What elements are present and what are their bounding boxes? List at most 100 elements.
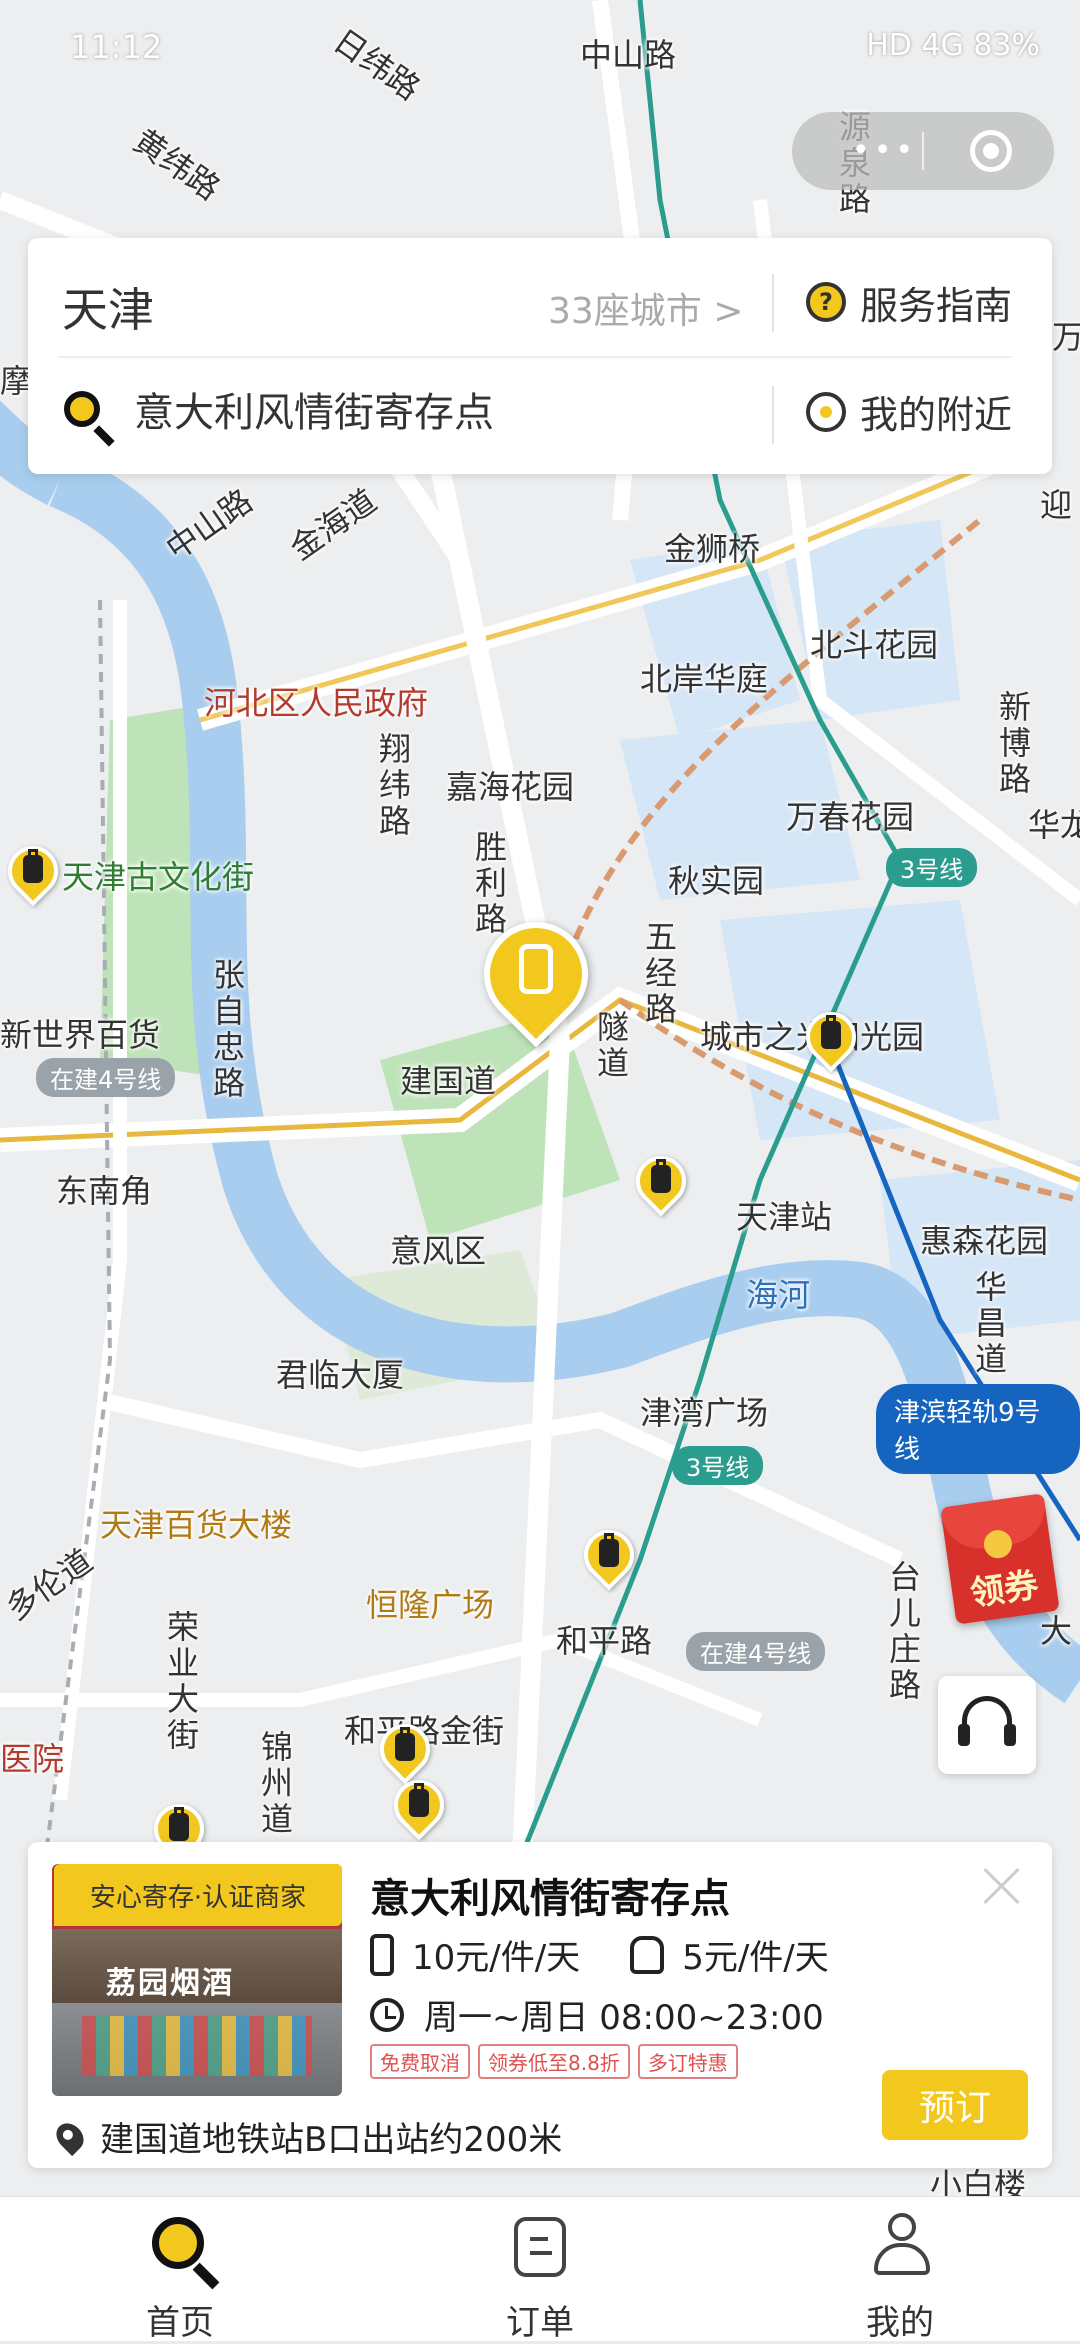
- coupon-button[interactable]: 领券: [940, 1493, 1060, 1625]
- tab-orders-label: 订单: [506, 2303, 574, 2343]
- more-icon[interactable]: •••: [852, 136, 917, 166]
- search-bar[interactable]: 意大利风情街寄存点: [64, 380, 494, 438]
- store-name: 意大利风情街寄存点: [370, 1876, 730, 1922]
- storage-pin[interactable]: [0, 835, 69, 908]
- customer-service-button[interactable]: [938, 1676, 1036, 1774]
- map-label: 医院: [0, 1740, 65, 1778]
- map-label: 华龙: [1028, 806, 1080, 844]
- storage-pin[interactable]: [573, 1519, 645, 1592]
- shelf-graphic: [82, 2016, 312, 2076]
- clock-icon: [370, 1997, 404, 2032]
- map-label: 天津古文化街: [62, 858, 255, 896]
- store-card[interactable]: 荔园烟酒 安心寄存·认证商家 意大利风情街寄存点 10元/件/天 5元/件/天 …: [28, 1842, 1052, 2168]
- map-label: 河北区人民政府: [204, 684, 429, 722]
- metro-line-badge: 在建4号线: [36, 1058, 176, 1097]
- map-label: 中山路: [580, 36, 677, 74]
- capsule-divider: [922, 132, 924, 170]
- search-icon: [64, 391, 100, 427]
- storage-pin[interactable]: [369, 1713, 441, 1786]
- header-card: 天津 33座城市 > ? 服务指南 意大利风情街寄存点 我的附近: [28, 238, 1052, 474]
- tab-bar: 首页 订单 我的: [0, 2196, 1080, 2343]
- headset-ear: [1004, 1724, 1016, 1746]
- map-label: 天津百货大楼: [100, 1506, 293, 1544]
- storage-pin[interactable]: [795, 1001, 867, 1074]
- address-row: 建国道地铁站B口出站约200米: [50, 2112, 563, 2161]
- book-button[interactable]: 预订: [882, 2070, 1028, 2140]
- opening-hours: 周一~周日 08:00~23:00: [424, 1998, 824, 2038]
- service-guide-button[interactable]: ? 服务指南: [806, 274, 1012, 330]
- map-label: 秋实园: [668, 862, 765, 900]
- bag-icon: [630, 1935, 665, 1974]
- location-pin-icon: [50, 2117, 90, 2156]
- map-label: 恒隆广场: [366, 1586, 495, 1624]
- luggage-price: 10元/件/天: [412, 1938, 581, 1978]
- selected-storage-pin[interactable]: [462, 900, 610, 1072]
- map-label: 天津站: [736, 1198, 833, 1236]
- map-label: 海河: [746, 1276, 811, 1314]
- map-label: 万春花园: [786, 798, 915, 836]
- map-label: 新博路: [994, 690, 1032, 798]
- map-label: 翔纬路: [374, 732, 412, 840]
- map-label: 锦州道: [256, 1730, 294, 1838]
- metro-line-badge: 3号线: [672, 1446, 764, 1485]
- promo-tag: 免费取消: [370, 2044, 470, 2079]
- map-label: 华昌道: [970, 1270, 1008, 1378]
- status-time: 11:12: [70, 28, 163, 66]
- map-label: 五经路: [640, 920, 678, 1028]
- hours-row: 周一~周日 08:00~23:00: [370, 1990, 824, 2039]
- tab-me[interactable]: 我的: [810, 2211, 990, 2343]
- map-label: 北斗花园: [810, 626, 939, 664]
- divider: [772, 386, 774, 444]
- promo-tag: 领券低至8.8折: [478, 2044, 630, 2079]
- bag-price: 5元/件/天: [682, 1938, 829, 1978]
- close-target-icon[interactable]: [970, 130, 1012, 172]
- user-icon: [874, 2213, 930, 2277]
- map-label: 大: [1040, 1612, 1073, 1650]
- miniprogram-capsule: •••: [792, 112, 1054, 190]
- metro-line-badge: 3号线: [886, 848, 978, 887]
- map-label: 和平路: [556, 1622, 653, 1660]
- certified-badge: 安心寄存·认证商家: [54, 1864, 342, 1926]
- price-row: 10元/件/天 5元/件/天: [370, 1930, 829, 1979]
- close-icon[interactable]: [980, 1864, 1024, 1908]
- question-icon: ?: [806, 282, 846, 322]
- nearby-label: 我的附近: [860, 393, 1013, 437]
- nearby-button[interactable]: 我的附近: [806, 384, 1012, 439]
- search-icon: [152, 2217, 204, 2269]
- map-label: 北岸华庭: [640, 660, 769, 698]
- city-selector[interactable]: 天津: [62, 274, 154, 340]
- map-label: 台儿庄路: [884, 1560, 922, 1704]
- map-label: 迎: [1040, 486, 1073, 524]
- map-label: 东南角: [56, 1172, 153, 1210]
- tab-home[interactable]: 首页: [90, 2211, 270, 2343]
- map-label: 张自忠路: [208, 958, 246, 1102]
- promo-tag: 多订特惠: [637, 2044, 738, 2079]
- service-guide-label: 服务指南: [860, 283, 1013, 328]
- storage-pin[interactable]: [383, 1769, 455, 1842]
- metro-line-badge: 津滨轻轨9号线: [876, 1384, 1080, 1474]
- tab-orders[interactable]: 订单: [450, 2211, 630, 2343]
- status-indicators: HD 4G 83%: [866, 28, 1040, 63]
- tab-me-label: 我的: [866, 2303, 934, 2343]
- order-icon: [514, 2217, 566, 2277]
- headset-ear: [958, 1724, 970, 1746]
- map-label: 嘉海花园: [446, 768, 575, 806]
- map-label: 万: [1052, 318, 1080, 356]
- map-label: 意风区: [390, 1232, 487, 1270]
- map-label: 新世界百货: [0, 1016, 161, 1054]
- divider: [58, 356, 1012, 358]
- coupon-label: 领券: [967, 1565, 1041, 1615]
- metro-line-badge: 在建4号线: [686, 1632, 826, 1671]
- store-address: 建国道地铁站B口出站约200米: [100, 2120, 563, 2160]
- map-label: 惠森花园: [920, 1222, 1049, 1260]
- promo-tags: 免费取消 领券低至8.8折 多订特惠: [370, 2044, 738, 2079]
- map-label: 荣业大街: [162, 1610, 200, 1754]
- locate-icon: [806, 391, 846, 432]
- divider: [772, 274, 774, 332]
- map-label: 君临大厦: [276, 1356, 405, 1394]
- tab-home-label: 首页: [146, 2303, 214, 2343]
- city-count-link[interactable]: 33座城市 >: [548, 282, 743, 334]
- map-label: 金狮桥: [664, 530, 761, 568]
- search-input[interactable]: 意大利风情街寄存点: [134, 380, 494, 438]
- storage-pin[interactable]: [625, 1145, 697, 1218]
